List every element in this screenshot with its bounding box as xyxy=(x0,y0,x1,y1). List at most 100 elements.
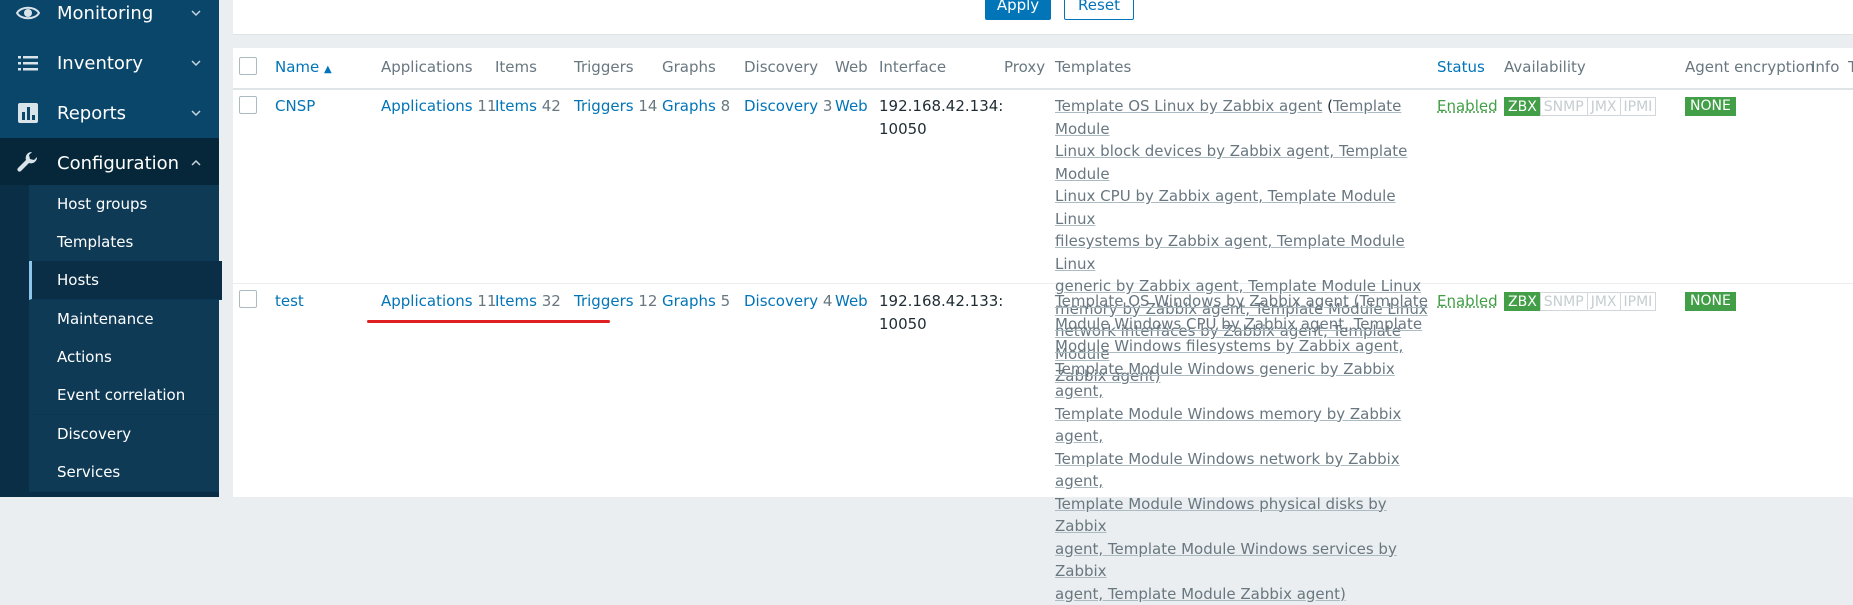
submenu-label: Maintenance xyxy=(57,310,154,328)
template-line[interactable]: Template Module Windows generic by Zabbi… xyxy=(1055,358,1430,403)
discovery-count: 4 xyxy=(823,292,833,310)
items-link[interactable]: Items xyxy=(495,292,537,310)
zbx-badge: ZBX xyxy=(1504,97,1541,116)
nav-inventory-label: Inventory xyxy=(57,53,143,74)
graphs-cell: Graphs 8 xyxy=(662,97,730,115)
header-triggers: Triggers xyxy=(574,58,634,76)
discovery-cell: Discovery 4 xyxy=(744,292,832,310)
availability-badges: ZBX SNMP JMX IPMI xyxy=(1504,292,1655,311)
template-line[interactable]: Template Module Windows physical disks b… xyxy=(1055,493,1430,538)
status-enabled-link[interactable]: Enabled xyxy=(1437,97,1498,115)
template-line[interactable]: Template Module Windows memory by Zabbix… xyxy=(1055,403,1430,448)
graphs-link[interactable]: Graphs xyxy=(662,292,716,310)
items-count: 42 xyxy=(542,97,561,115)
encryption-badge: NONE xyxy=(1685,292,1736,311)
eye-icon xyxy=(16,1,40,25)
submenu-maintenance[interactable]: Maintenance xyxy=(29,300,219,339)
apply-button[interactable]: Apply xyxy=(985,0,1051,20)
interface-port: 10050 xyxy=(879,313,1003,336)
snmp-badge: SNMP xyxy=(1540,292,1588,311)
jmx-badge: JMX xyxy=(1587,292,1621,311)
submenu-templates[interactable]: Templates xyxy=(29,223,219,262)
submenu-label: Services xyxy=(57,463,120,481)
submenu-host-groups[interactable]: Host groups xyxy=(29,185,219,224)
header-discovery: Discovery xyxy=(744,58,818,76)
host-name-link[interactable]: CNSP xyxy=(275,97,315,115)
submenu-services[interactable]: Services xyxy=(29,453,219,492)
header-status[interactable]: Status xyxy=(1437,58,1485,76)
row-checkbox[interactable] xyxy=(239,290,257,308)
header-name[interactable]: Name ▲ xyxy=(275,58,332,76)
annotation-underline xyxy=(367,320,610,323)
header-graphs: Graphs xyxy=(662,58,716,76)
items-link[interactable]: Items xyxy=(495,97,537,115)
header-agent-encryption: Agent encryption xyxy=(1685,58,1814,76)
sort-asc-icon: ▲ xyxy=(324,64,332,75)
discovery-link[interactable]: Discovery xyxy=(744,292,818,310)
submenu-hosts[interactable]: Hosts xyxy=(29,261,222,300)
template-line[interactable]: filesystems by Zabbix agent, Template Mo… xyxy=(1055,230,1430,275)
interface-address: 192.168.42.134: xyxy=(879,95,1003,118)
graphs-link[interactable]: Graphs xyxy=(662,97,716,115)
graphs-count: 5 xyxy=(721,292,731,310)
triggers-cell: Triggers 12 xyxy=(574,292,657,310)
sidebar: Monitoring Inventory Reports Configurati… xyxy=(0,0,219,497)
submenu-discovery[interactable]: Discovery xyxy=(29,415,219,454)
status-enabled-link[interactable]: Enabled xyxy=(1437,292,1498,310)
discovery-link[interactable]: Discovery xyxy=(744,97,818,115)
triggers-link[interactable]: Triggers xyxy=(574,292,634,310)
filter-bar: Apply Reset xyxy=(233,0,1853,35)
header-info: Info xyxy=(1811,58,1839,76)
submenu-label: Discovery xyxy=(57,425,131,443)
template-link[interactable]: Template OS Linux by Zabbix agent xyxy=(1055,97,1322,115)
chevron-up-icon xyxy=(191,158,201,168)
encryption-badge: NONE xyxy=(1685,97,1736,116)
ipmi-badge: IPMI xyxy=(1620,292,1657,311)
availability-badges: ZBX SNMP JMX IPMI xyxy=(1504,97,1655,116)
discovery-cell: Discovery 3 xyxy=(744,97,832,115)
applications-count: 11 xyxy=(477,97,496,115)
template-line[interactable]: Template Module Windows network by Zabbi… xyxy=(1055,448,1430,493)
reset-button[interactable]: Reset xyxy=(1064,0,1134,20)
applications-link[interactable]: Applications xyxy=(381,97,473,115)
submenu-label: Actions xyxy=(57,348,112,366)
wrench-icon xyxy=(16,151,40,175)
submenu-event-correlation[interactable]: Event correlation xyxy=(29,376,219,415)
template-line[interactable]: Module Windows CPU by Zabbix agent, Temp… xyxy=(1055,313,1430,336)
applications-count: 11 xyxy=(477,292,496,310)
nav-reports[interactable]: Reports xyxy=(0,88,219,139)
header-templates: Templates xyxy=(1055,58,1131,76)
triggers-cell: Triggers 14 xyxy=(574,97,657,115)
header-interface: Interface xyxy=(879,58,946,76)
template-separator: ( xyxy=(1322,97,1333,115)
zbx-badge: ZBX xyxy=(1504,292,1541,311)
header-tags: T xyxy=(1848,58,1853,76)
ipmi-badge: IPMI xyxy=(1620,97,1657,116)
nav-configuration[interactable]: Configuration xyxy=(0,138,219,189)
template-line[interactable]: Module Windows filesystems by Zabbix age… xyxy=(1055,335,1430,358)
row-checkbox[interactable] xyxy=(239,96,257,114)
table-row: CNSP Applications 11 Items 42 Triggers 1… xyxy=(233,88,1853,284)
triggers-link[interactable]: Triggers xyxy=(574,97,634,115)
template-line[interactable]: Template OS Windows by Zabbix agent (Tem… xyxy=(1055,290,1430,313)
template-line[interactable]: Linux block devices by Zabbix agent, Tem… xyxy=(1055,140,1430,185)
interface-cell: 192.168.42.133:10050 xyxy=(879,290,1003,335)
host-name-link[interactable]: test xyxy=(275,292,304,310)
template-line[interactable]: agent, Template Module Zabbix agent) xyxy=(1055,583,1430,605)
web-link[interactable]: Web xyxy=(835,292,868,310)
nav-inventory[interactable]: Inventory xyxy=(0,38,219,89)
submenu-actions[interactable]: Actions xyxy=(29,338,219,377)
template-line[interactable]: Linux CPU by Zabbix agent, Template Modu… xyxy=(1055,185,1430,230)
interface-address: 192.168.42.133: xyxy=(879,290,1003,313)
applications-cell: Applications 11 xyxy=(381,292,497,310)
configuration-submenu: Host groups Templates Hosts Maintenance … xyxy=(0,185,219,497)
header-name-label: Name xyxy=(275,58,319,76)
templates-cell: Template OS Windows by Zabbix agent (Tem… xyxy=(1055,290,1430,605)
web-link[interactable]: Web xyxy=(835,97,868,115)
nav-monitoring[interactable]: Monitoring xyxy=(0,0,219,39)
snmp-badge: SNMP xyxy=(1540,97,1588,116)
select-all-checkbox[interactable] xyxy=(239,57,257,75)
nav-reports-label: Reports xyxy=(57,103,126,124)
template-line[interactable]: agent, Template Module Windows services … xyxy=(1055,538,1430,583)
applications-link[interactable]: Applications xyxy=(381,292,473,310)
